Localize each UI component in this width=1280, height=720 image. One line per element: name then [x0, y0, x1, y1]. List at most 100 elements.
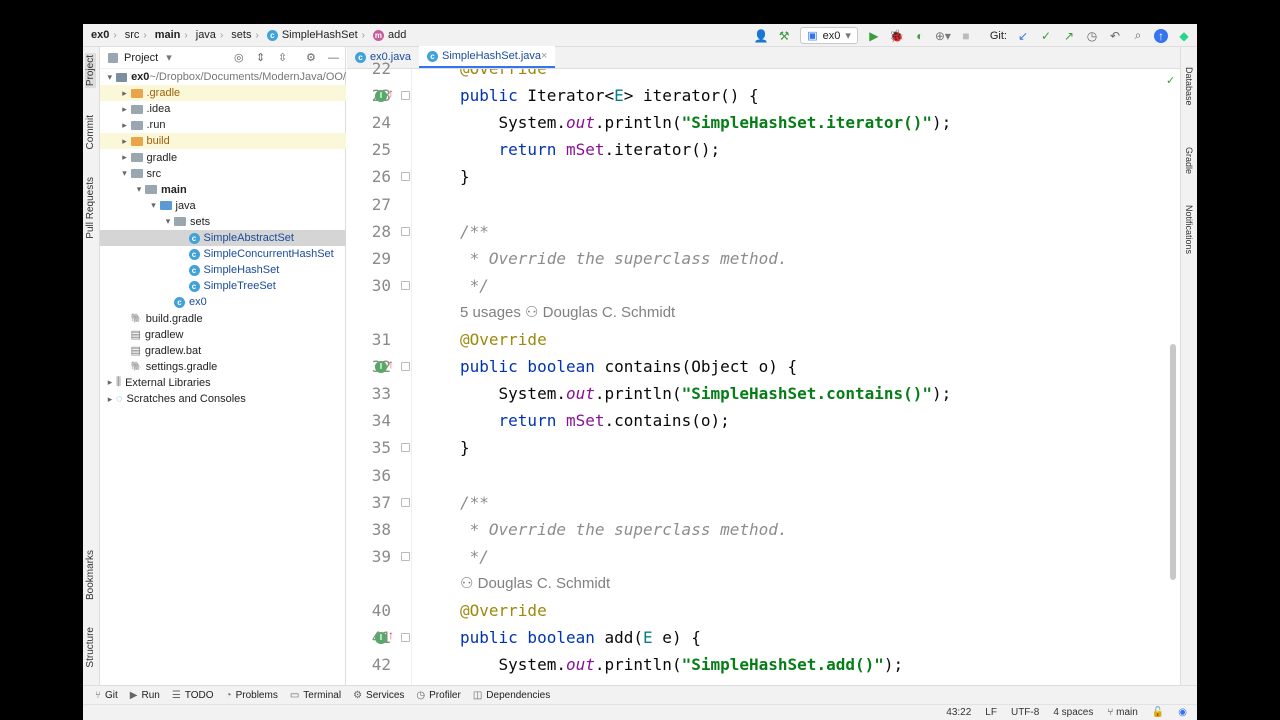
fold-marker-icon[interactable] [401, 280, 410, 290]
tree-item[interactable]: ▾ ex0 ~/Dropbox/Documents/ModernJava/OO/ [100, 69, 346, 85]
gear-icon[interactable]: ⚙ [306, 51, 316, 64]
tree-item[interactable]: ▸ ⫼ External Libraries [100, 375, 346, 391]
chevron-right-icon[interactable]: ▸ [119, 120, 131, 131]
chevron-down-icon[interactable]: ▾ [162, 216, 174, 227]
code-line[interactable]: System.out.println("SimpleHashSet.iterat… [460, 109, 952, 136]
tree-item[interactable]: ▾ main [100, 182, 346, 198]
overrides-arrow-icon[interactable]: ↑ [388, 357, 394, 371]
tree-item[interactable]: c SimpleTreeSet [100, 278, 346, 294]
caret-position[interactable]: 43:22 [946, 707, 971, 718]
tool-window-button[interactable]: ◫ Dependencies [473, 690, 550, 701]
run-icon[interactable]: ▶ [867, 29, 881, 43]
history-icon[interactable]: ◷ [1085, 29, 1099, 43]
chevron-down-icon[interactable]: ▾ [148, 200, 160, 211]
locate-icon[interactable]: ◎ [234, 51, 244, 64]
git-push-icon[interactable]: ↗ [1062, 29, 1076, 43]
inspection-ok-icon[interactable]: ✓ [1166, 74, 1175, 87]
breadcrumb-item[interactable]: c SimpleHashSet › [259, 29, 365, 41]
tree-item[interactable]: c SimpleConcurrentHashSet [100, 246, 346, 262]
coverage-icon[interactable]: ◐ [913, 29, 927, 43]
fold-marker-icon[interactable] [401, 226, 410, 236]
tab-pull-requests-tool[interactable]: Pull Requests [85, 177, 96, 239]
editor-tab[interactable]: c SimpleHashSet.java × [418, 46, 556, 68]
tree-item[interactable]: ▤ gradlew.bat [100, 343, 346, 359]
code-line[interactable]: @Override [460, 69, 547, 82]
tree-item[interactable]: ▸ .idea [100, 101, 346, 117]
project-panel-title[interactable]: Project [124, 52, 158, 64]
implements-icon[interactable]: I [375, 632, 387, 645]
indent-setting[interactable]: 4 spaces [1053, 707, 1093, 718]
breadcrumb-item[interactable]: main › [147, 29, 188, 41]
fold-marker-icon[interactable] [401, 362, 410, 372]
tree-item[interactable]: 🐘 build.gradle [100, 311, 346, 327]
code-line[interactable]: } [460, 163, 470, 190]
fold-marker-icon[interactable] [401, 551, 410, 561]
chevron-down-icon[interactable]: ▾ [119, 168, 131, 179]
implements-icon[interactable]: I [375, 361, 387, 374]
code-line[interactable]: */ [460, 272, 489, 299]
code-editor[interactable]: @Overridepublic Iterator<E> iterator() {… [411, 69, 1171, 698]
fold-marker-icon[interactable] [401, 633, 410, 643]
collapse-all-icon[interactable]: ⇳ [278, 51, 287, 64]
debug-icon[interactable]: 🐞 [889, 29, 904, 43]
tab-project-tool[interactable]: Project [85, 53, 96, 89]
close-icon[interactable]: × [541, 50, 547, 62]
chevron-right-icon[interactable]: ▸ [119, 136, 131, 147]
file-encoding[interactable]: UTF-8 [1011, 707, 1039, 718]
code-line[interactable]: public boolean add(E e) { [460, 624, 701, 651]
code-line[interactable]: return mSet.iterator(); [460, 136, 721, 163]
code-line[interactable]: * Override the superclass method. [460, 245, 788, 272]
chevron-down-icon[interactable]: ▾ [133, 184, 145, 195]
git-branch[interactable]: ⑂ main [1107, 707, 1137, 718]
chevron-right-icon[interactable]: ▸ [119, 88, 131, 99]
tree-item[interactable]: ▾ sets [100, 214, 346, 230]
ide-logo-icon[interactable]: ◆ [1177, 29, 1191, 43]
fold-marker-icon[interactable] [401, 91, 410, 101]
inlay-hint[interactable]: ⚇ Douglas C. Schmidt [460, 570, 610, 597]
chevron-right-icon[interactable]: ▸ [119, 152, 131, 163]
tab-gradle-tool[interactable]: Gradle [1184, 147, 1194, 174]
fold-marker-icon[interactable] [401, 443, 410, 453]
tree-item[interactable]: ▸ build [100, 133, 346, 150]
tree-item[interactable]: c SimpleAbstractSet [100, 230, 346, 246]
breadcrumb-item[interactable]: ex0 › [83, 29, 117, 41]
editor-scrollbar[interactable] [1170, 344, 1176, 580]
tree-item[interactable]: ▾ src [100, 166, 346, 182]
chevron-right-icon[interactable]: ▸ [119, 104, 131, 115]
implements-icon[interactable]: I [375, 90, 387, 103]
breadcrumb-item[interactable]: sets › [223, 29, 259, 41]
fold-marker-icon[interactable] [401, 497, 410, 507]
rollback-icon[interactable]: ↶ [1108, 29, 1122, 43]
tree-item[interactable]: ▸ gradle [100, 150, 346, 166]
tab-database-tool[interactable]: Database [1184, 67, 1194, 106]
stop-icon[interactable]: ■ [959, 29, 973, 43]
code-line[interactable]: @Override [460, 326, 547, 353]
code-line[interactable]: } [460, 434, 470, 461]
tool-window-button[interactable]: ◷ Profiler [416, 690, 460, 701]
code-line[interactable]: @Override [460, 597, 547, 624]
tool-window-button[interactable]: ◔ Problems [226, 690, 278, 701]
tool-window-button[interactable]: ▭ Terminal [290, 690, 341, 701]
overrides-arrow-icon[interactable]: ↑ [388, 86, 394, 100]
tree-item[interactable]: c ex0 [100, 294, 346, 310]
code-line[interactable]: public boolean contains(Object o) { [460, 353, 797, 380]
code-line[interactable]: /** [460, 218, 489, 245]
code-line[interactable]: return mSet.contains(o); [460, 407, 730, 434]
chevron-right-icon[interactable]: ▸ [104, 377, 116, 388]
code-line[interactable]: */ [460, 543, 489, 570]
lock-icon[interactable]: 🔓 [1152, 707, 1164, 718]
chevron-down-icon[interactable]: ▾ [166, 51, 172, 64]
tab-commit-tool[interactable]: Commit [85, 115, 96, 149]
breadcrumb-item[interactable]: java › [188, 29, 224, 41]
tab-notifications-tool[interactable]: Notifications [1184, 205, 1194, 254]
code-line[interactable]: System.out.println("SimpleHashSet.add()"… [460, 651, 904, 678]
breadcrumb-item[interactable]: src › [117, 29, 147, 41]
tree-item[interactable]: ▸ .run [100, 117, 346, 133]
run-config-select[interactable]: ▣ ex0 ▾ [800, 27, 858, 44]
line-separator[interactable]: LF [985, 707, 997, 718]
chevron-right-icon[interactable]: ▸ [104, 394, 116, 405]
user-icon[interactable]: 👤 [754, 29, 769, 43]
build-hammer-icon[interactable]: ⚒ [777, 29, 791, 43]
fold-marker-icon[interactable] [401, 172, 410, 182]
tool-window-button[interactable]: ▶ Run [130, 690, 160, 701]
